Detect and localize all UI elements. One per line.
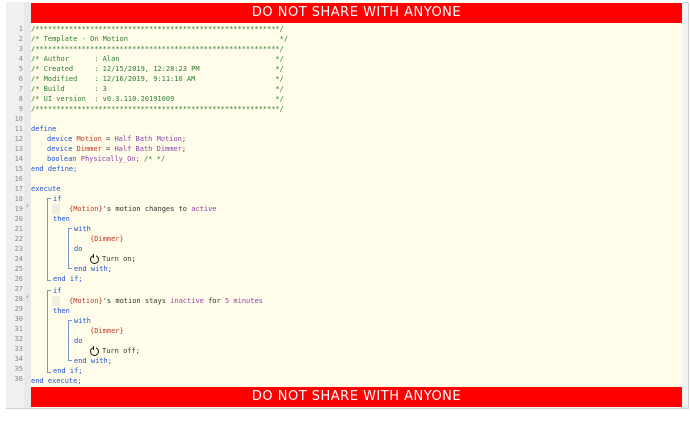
line-number: 29 bbox=[14, 305, 23, 313]
code-line-36[interactable]: end execute; bbox=[31, 376, 82, 386]
lightning-icon: ⚡ bbox=[25, 202, 30, 210]
with-block-top-tick bbox=[68, 228, 72, 229]
code-line-27[interactable]: if bbox=[53, 286, 61, 296]
code-line-25[interactable]: end with; bbox=[74, 264, 112, 274]
code-line-26[interactable]: end if; bbox=[53, 274, 83, 284]
code-line-30[interactable]: with bbox=[74, 316, 91, 326]
line-number: 9 bbox=[18, 105, 23, 113]
line-number: 18 bbox=[14, 195, 23, 203]
power-icon bbox=[90, 345, 99, 356]
line-number: 7 bbox=[18, 85, 23, 93]
with-block-bracket bbox=[68, 228, 69, 268]
line-number: 31 bbox=[14, 325, 23, 333]
line-number: 20 bbox=[14, 215, 23, 223]
with-block-bottom-tick bbox=[68, 268, 72, 269]
code-line-8: /* UI version : v0.3.110.20191009 */ bbox=[31, 95, 284, 103]
line-number: 28 bbox=[14, 295, 23, 303]
line-number: 13 bbox=[14, 145, 23, 153]
line-number: 3 bbox=[18, 45, 23, 53]
code-line-2: /* Template - On Motion */ bbox=[31, 35, 289, 43]
line-number: 33 bbox=[14, 345, 23, 353]
code-line-33[interactable]: Turn off; bbox=[90, 345, 140, 356]
line-number: 15 bbox=[14, 165, 23, 173]
code-line-21[interactable]: with bbox=[74, 224, 91, 234]
code-line-5: /* Created : 12/15/2019, 12:28:23 PM */ bbox=[31, 65, 284, 73]
line-number: 4 bbox=[18, 55, 23, 63]
line-number: 21 bbox=[14, 225, 23, 233]
line-number: 32 bbox=[14, 335, 23, 343]
bottom-warning-banner: DO NOT SHARE WITH ANYONE bbox=[31, 387, 682, 407]
code-line-18[interactable]: if bbox=[53, 194, 61, 204]
line-number: 14 bbox=[14, 155, 23, 163]
code-line-3: /***************************************… bbox=[31, 45, 284, 53]
condition-shade bbox=[52, 204, 60, 214]
line-number: 5 bbox=[18, 65, 23, 73]
if-block-bracket bbox=[47, 290, 48, 372]
line-number: 26 bbox=[14, 275, 23, 283]
code-line-17: execute bbox=[31, 185, 61, 193]
line-number: 2 bbox=[18, 35, 23, 43]
code-line-19[interactable]: {Motion}'s motion changes to active bbox=[69, 204, 217, 214]
if-block-bracket bbox=[47, 198, 48, 280]
line-number: 8 bbox=[18, 95, 23, 103]
if-block-top-tick bbox=[47, 198, 51, 199]
code-line-22[interactable]: {Dimmer} bbox=[90, 234, 124, 244]
line-number: 34 bbox=[14, 355, 23, 363]
code-line-35[interactable]: end if; bbox=[53, 366, 83, 376]
code-line-23[interactable]: do bbox=[74, 244, 82, 254]
line-number: 17 bbox=[14, 185, 23, 193]
code-line-15: end define; bbox=[31, 165, 78, 173]
line-number: 6 bbox=[18, 75, 23, 83]
code-line-28[interactable]: {Motion}'s motion stays inactive for 5 m… bbox=[69, 296, 263, 306]
line-number: 16 bbox=[14, 175, 23, 183]
code-line-7: /* Build : 3 */ bbox=[31, 85, 284, 93]
top-warning-banner: DO NOT SHARE WITH ANYONE bbox=[31, 3, 682, 23]
line-number: 35 bbox=[14, 365, 23, 373]
code-line-34[interactable]: end with; bbox=[74, 356, 112, 366]
code-line-11: define bbox=[31, 125, 57, 133]
condition-shade bbox=[52, 296, 60, 306]
code-line-9: /***************************************… bbox=[31, 105, 284, 113]
code-line-4: /* Author : Alan */ bbox=[31, 55, 284, 63]
line-number: 23 bbox=[14, 245, 23, 253]
code-line-13: device Dimmer = Half Bath Dimmer; bbox=[47, 145, 187, 153]
with-block-bottom-tick bbox=[68, 360, 72, 361]
line-number: 27 bbox=[14, 285, 23, 293]
line-number: 1 bbox=[18, 25, 23, 33]
lightning-icon: ⚡ bbox=[25, 293, 30, 301]
code-line-1: /***************************************… bbox=[31, 25, 284, 33]
line-number: 19 bbox=[14, 205, 23, 213]
line-number: 24 bbox=[14, 255, 23, 263]
code-line-32[interactable]: do bbox=[74, 336, 82, 346]
code-line-20[interactable]: then bbox=[53, 214, 70, 224]
with-block-top-tick bbox=[68, 320, 72, 321]
line-number: 30 bbox=[14, 315, 23, 323]
line-number: 11 bbox=[14, 125, 23, 133]
line-number: 12 bbox=[14, 135, 23, 143]
code-line-24[interactable]: Turn on; bbox=[90, 253, 136, 264]
if-block-bottom-tick bbox=[47, 280, 51, 281]
code-line-31[interactable]: {Dimmer} bbox=[90, 326, 124, 336]
code-line-12: device Motion = Half Bath Motion; bbox=[47, 135, 187, 143]
line-number: 22 bbox=[14, 235, 23, 243]
line-number: 10 bbox=[14, 115, 23, 123]
line-number: 25 bbox=[14, 265, 23, 273]
line-number: 36 bbox=[14, 375, 23, 383]
if-block-top-tick bbox=[47, 290, 51, 291]
with-block-bracket bbox=[68, 320, 69, 360]
if-block-bottom-tick bbox=[47, 372, 51, 373]
power-icon bbox=[90, 253, 99, 264]
code-line-14: boolean Physically_On; /* */ bbox=[47, 155, 166, 163]
code-line-6: /* Modified : 12/16/2019, 9:11:10 AM */ bbox=[31, 75, 284, 83]
code-line-29[interactable]: then bbox=[53, 306, 70, 316]
